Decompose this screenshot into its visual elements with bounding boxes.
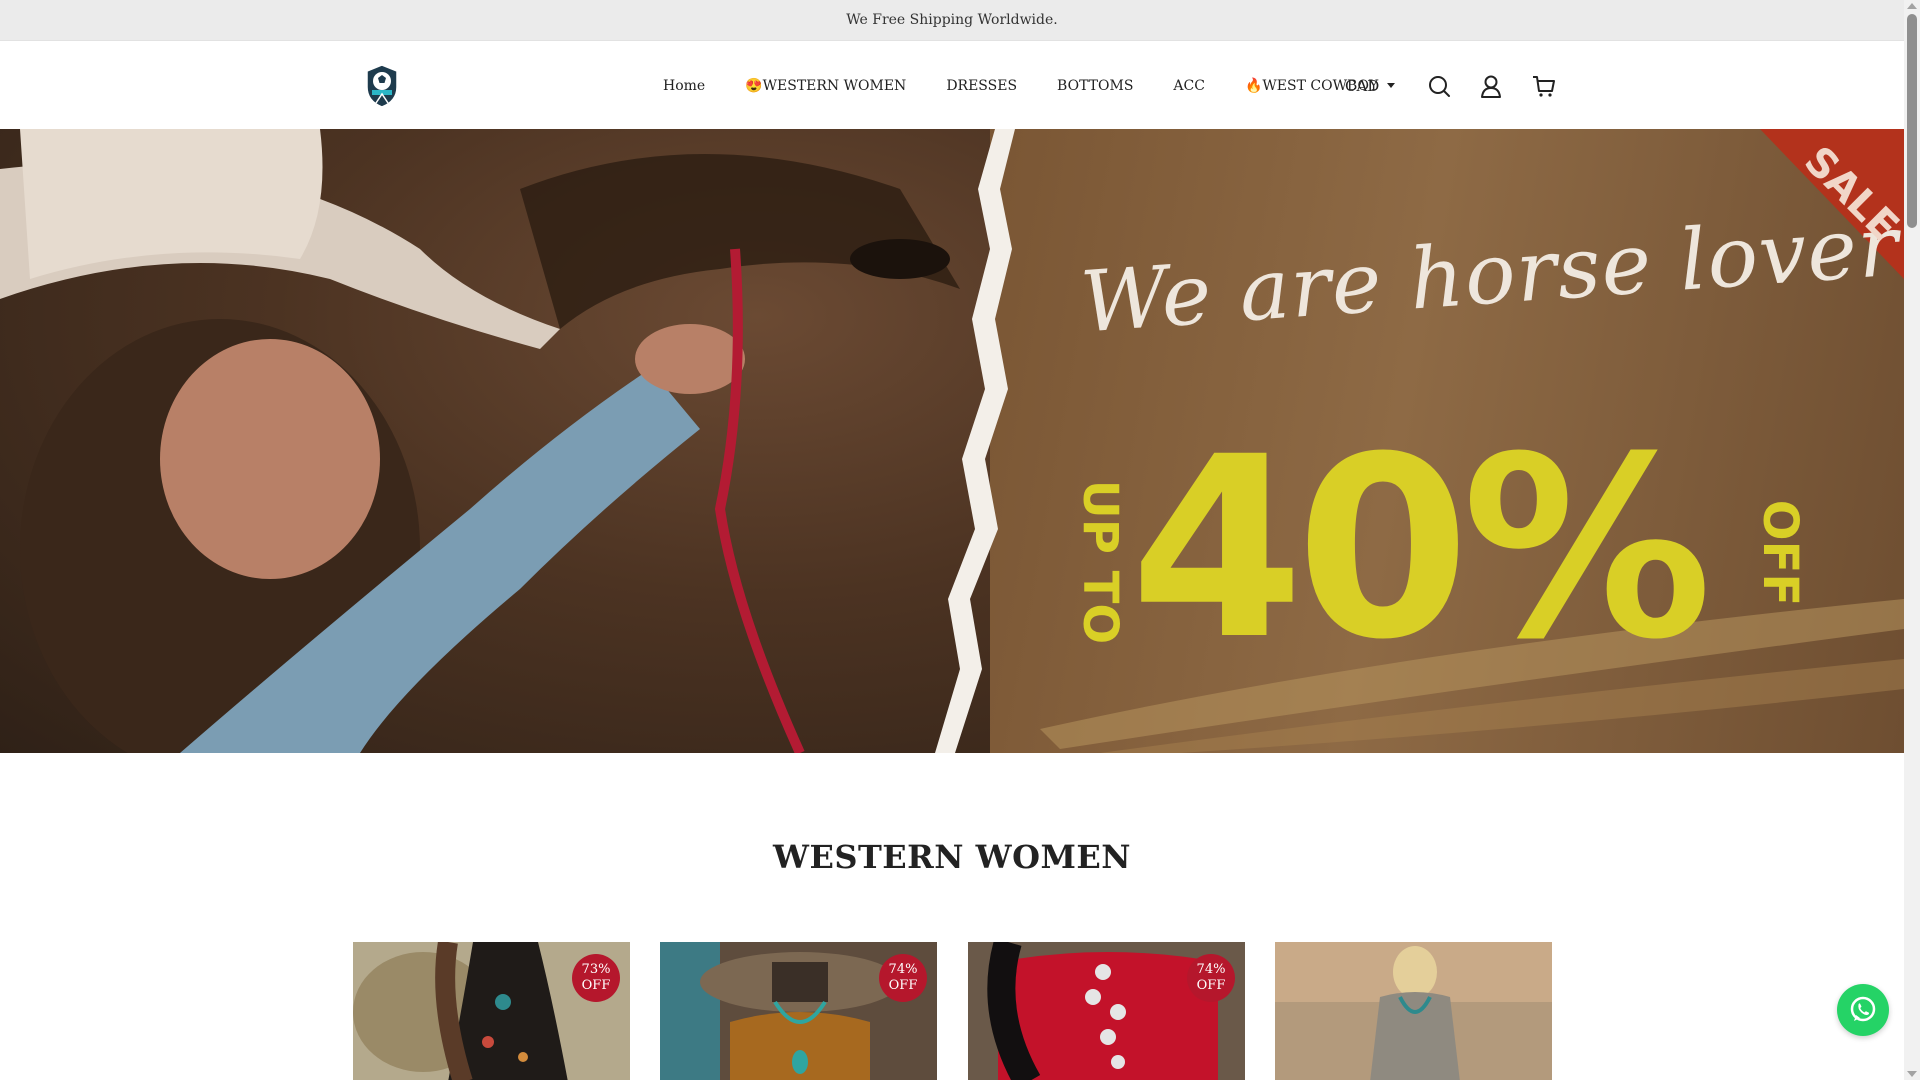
hero-percent: 40%: [1130, 403, 1712, 694]
whatsapp-button[interactable]: [1837, 984, 1889, 1036]
logo-icon[interactable]: [364, 63, 400, 109]
section-title: WESTERN WOMEN: [773, 838, 1131, 876]
hero-up-to: UP TO: [1072, 479, 1128, 645]
chevron-down-icon: [1387, 83, 1396, 88]
discount-badge: 73% OFF: [572, 954, 620, 1002]
hero-off: OFF: [1752, 499, 1808, 607]
nav-item-western-women[interactable]: 😍WESTERN WOMEN: [745, 78, 906, 94]
nav-item-home[interactable]: Home: [663, 78, 705, 94]
rope-shape: [714, 248, 805, 753]
site-header: Home 😍WESTERN WOMEN DRESSES BOTTOMS ACC …: [0, 40, 1904, 129]
discount-badge: 74% OFF: [879, 954, 927, 1002]
search-icon[interactable]: [1426, 73, 1452, 99]
product-image: [1275, 942, 1552, 1080]
main-nav: Home 😍WESTERN WOMEN DRESSES BOTTOMS ACC …: [663, 41, 1378, 130]
nav-item-bottoms[interactable]: BOTTOMS: [1057, 78, 1133, 94]
nav-item-acc[interactable]: ACC: [1173, 78, 1205, 94]
hand-shape: [635, 324, 745, 394]
nav-item-dresses[interactable]: DRESSES: [946, 78, 1017, 94]
face-shape: [160, 339, 380, 579]
whatsapp-icon: [1850, 996, 1876, 1022]
scroll-up-icon[interactable]: [1907, 3, 1917, 9]
announcement-bar: We Free Shipping Worldwide.: [0, 0, 1904, 40]
product-card[interactable]: 74% OFF: [660, 942, 937, 1080]
currency-label: CAD: [1345, 76, 1380, 95]
cart-icon[interactable]: [1531, 73, 1557, 99]
scroll-down-icon[interactable]: [1907, 1071, 1917, 1077]
horse-eye: [850, 239, 950, 279]
torn-edge: [935, 129, 1015, 753]
account-icon[interactable]: [1478, 73, 1504, 99]
currency-selector[interactable]: CAD: [1345, 41, 1396, 130]
discount-badge: 74% OFF: [1187, 954, 1235, 1002]
product-card[interactable]: 73% OFF: [353, 942, 630, 1080]
scrollbar-thumb[interactable]: [1907, 14, 1917, 228]
announcement-text: We Free Shipping Worldwide.: [846, 12, 1058, 28]
product-card[interactable]: [1275, 942, 1552, 1080]
scrollbar[interactable]: [1904, 0, 1920, 1080]
hero-banner[interactable]: We are horse lover UP TO 40% OFF SALE: [0, 129, 1904, 753]
product-card[interactable]: 74% OFF: [968, 942, 1245, 1080]
